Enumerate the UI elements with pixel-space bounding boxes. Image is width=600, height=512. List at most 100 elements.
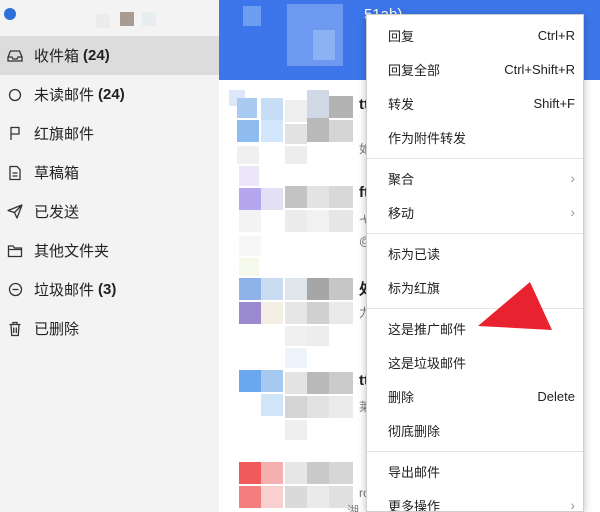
sidebar-item-unread[interactable]: 未读邮件 (24): [0, 75, 219, 114]
menu-item-forward[interactable]: 转发 Shift+F: [367, 88, 583, 118]
sidebar-item-deleted[interactable]: 已删除: [0, 309, 219, 348]
menu-item-forward-as-attachment[interactable]: 作为附件转发: [367, 122, 583, 152]
menu-item-label: 彻底删除: [388, 423, 441, 439]
draft-icon: [2, 165, 28, 181]
sidebar-item-drafts[interactable]: 草稿箱: [0, 153, 219, 192]
sidebar-item-label: 已删除: [34, 321, 80, 338]
sidebar-item-junk[interactable]: 垃圾邮件 (3): [0, 270, 219, 309]
menu-item-delete-permanently[interactable]: 彻底删除: [367, 415, 583, 445]
menu-item-move[interactable]: 移动 ›: [367, 197, 583, 227]
menu-item-label: 导出邮件: [388, 464, 441, 480]
message-preview: [285, 462, 307, 484]
unread-count: (24): [98, 86, 125, 103]
junk-icon: [2, 282, 28, 297]
sidebar-item-label: 未读邮件: [34, 87, 95, 104]
message-avatar: [239, 302, 261, 324]
message-avatar: [239, 258, 259, 276]
message-preview: [285, 278, 307, 300]
message-preview: [307, 90, 329, 118]
message-avatar: [261, 462, 283, 484]
message-avatar: [239, 166, 259, 186]
menu-item-label: 标为已读: [388, 246, 441, 262]
inbox-icon: [2, 49, 28, 63]
account-name: [96, 14, 110, 28]
message-avatar: [261, 370, 283, 392]
chevron-right-icon: ›: [570, 204, 575, 220]
message-preview: [329, 186, 353, 208]
unread-count: (3): [98, 281, 117, 298]
account-name: [142, 12, 156, 26]
trash-icon: [2, 321, 28, 337]
message-preview: [329, 210, 353, 232]
message-preview: [285, 210, 307, 232]
message-preview: [239, 236, 261, 256]
message-avatar: [261, 278, 283, 300]
message-avatar: [239, 462, 261, 484]
menu-item-label: 转发: [388, 96, 415, 112]
message-avatar: [261, 394, 283, 416]
menu-item-reply-all[interactable]: 回复全部 Ctrl+Shift+R: [367, 54, 583, 84]
message-preview: [307, 396, 329, 418]
menu-item-label: 这是推广邮件: [388, 321, 467, 337]
menu-item-export[interactable]: 导出邮件: [367, 456, 583, 486]
sidebar-item-label: 其他文件夹: [34, 243, 110, 260]
message-preview: [237, 146, 259, 164]
menu-item-label: 作为附件转发: [388, 130, 467, 146]
chevron-right-icon: ›: [570, 170, 575, 186]
menu-item-mark-spam[interactable]: 这是垃圾邮件: [367, 347, 583, 377]
sidebar-item-label: 红旗邮件: [34, 126, 95, 143]
menu-divider: [367, 233, 583, 234]
menu-item-label: 更多操作: [388, 498, 441, 512]
menu-item-label: 标为红旗: [388, 280, 441, 296]
menu-item-label: 移动: [388, 205, 415, 221]
avatar[interactable]: [120, 12, 134, 26]
menu-item-delete[interactable]: 删除 Delete: [367, 381, 583, 411]
message-avatar: [239, 370, 261, 392]
message-avatar: [239, 278, 261, 300]
sidebar-item-sent[interactable]: 已发送: [0, 192, 219, 231]
sidebar-item-other-folders[interactable]: 其他文件夹: [0, 231, 219, 270]
message-preview: [285, 396, 307, 418]
message-preview: [307, 462, 329, 484]
unread-count: (24): [83, 47, 110, 64]
message-preview: [307, 210, 329, 232]
context-menu: 回复 Ctrl+R 回复全部 Ctrl+Shift+R 转发 Shift+F 作…: [366, 14, 584, 512]
message-preview: [307, 186, 329, 208]
message-preview: [285, 348, 307, 368]
circle-icon: [2, 88, 28, 102]
message-preview: [329, 96, 353, 118]
sidebar-item-inbox[interactable]: 收件箱 (24): [0, 36, 219, 75]
message-preview: [307, 278, 329, 300]
message-avatar: [261, 120, 283, 142]
message-avatar: [261, 486, 283, 508]
sidebar-item-label: 已发送: [34, 204, 80, 221]
message-preview: [329, 120, 353, 142]
message-preview: [285, 146, 307, 164]
message-preview: [285, 372, 307, 394]
menu-item-label: 回复: [388, 28, 415, 44]
message-preview: [307, 302, 329, 324]
message-preview: [285, 100, 307, 122]
message-preview: [329, 372, 353, 394]
message-snippet-fragment: 湖: [347, 504, 360, 512]
menu-divider: [367, 158, 583, 159]
flag-icon: [2, 126, 28, 141]
menu-item-reply[interactable]: 回复 Ctrl+R: [367, 20, 583, 50]
message-preview: [329, 462, 353, 484]
menu-item-label: 删除: [388, 389, 415, 405]
annotation-arrow-icon: [478, 282, 552, 330]
menu-item-label: 回复全部: [388, 62, 441, 78]
message-preview: [307, 372, 329, 394]
message-preview: [285, 186, 307, 208]
menu-item-mark-read[interactable]: 标为已读: [367, 238, 583, 268]
sidebar-item-flagged[interactable]: 红旗邮件: [0, 114, 219, 153]
menu-item-label: 聚合: [388, 171, 415, 187]
sidebar-item-label: 垃圾邮件: [34, 282, 95, 299]
menu-item-more-actions[interactable]: 更多操作 ›: [367, 490, 583, 512]
message-avatar: [239, 486, 261, 508]
message-avatar: [261, 98, 283, 120]
menu-item-aggregate[interactable]: 聚合 ›: [367, 163, 583, 193]
folder-icon: [2, 244, 28, 258]
message-preview: [285, 420, 307, 440]
message-preview: [329, 302, 353, 324]
